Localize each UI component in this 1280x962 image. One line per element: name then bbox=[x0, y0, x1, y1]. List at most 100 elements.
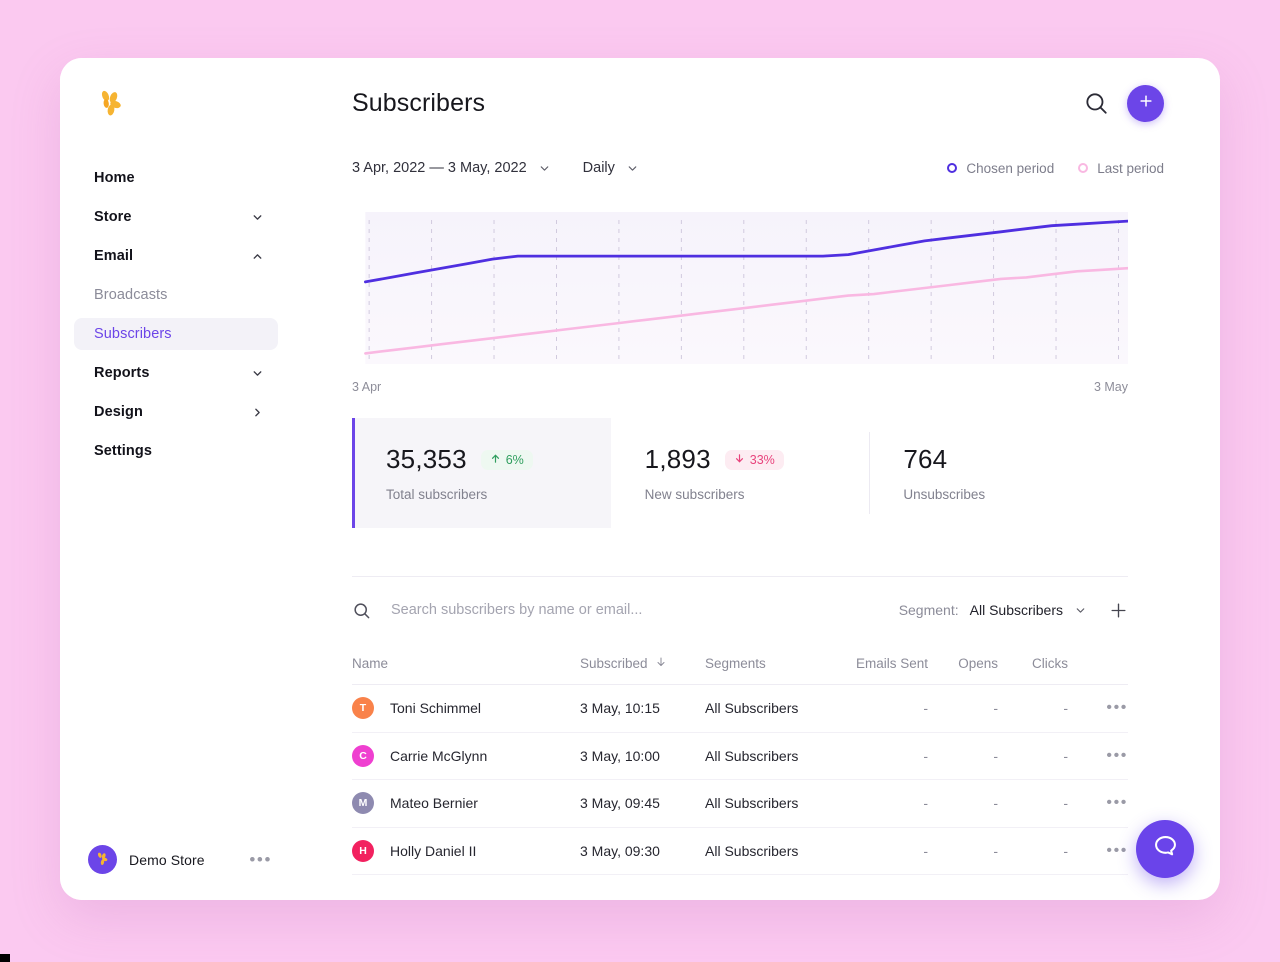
more-horizontal-icon[interactable]: ••• bbox=[1106, 794, 1128, 811]
column-header-name[interactable]: Name bbox=[352, 656, 580, 671]
avatar-initial: C bbox=[359, 749, 367, 762]
stat-value: 764 bbox=[903, 444, 948, 474]
top-bar: Subscribers bbox=[352, 58, 1220, 148]
store-switcher[interactable]: Demo Store ••• bbox=[60, 845, 292, 874]
column-header-clicks[interactable]: Clicks bbox=[998, 656, 1068, 671]
legend-item-last-period[interactable]: Last period bbox=[1078, 161, 1164, 176]
legend-label: Chosen period bbox=[966, 160, 1055, 176]
granularity-select[interactable]: Daily bbox=[583, 160, 639, 176]
chevron-down-icon bbox=[626, 162, 639, 175]
more-horizontal-icon[interactable]: ••• bbox=[1106, 747, 1128, 764]
avatar bbox=[88, 845, 117, 874]
sidebar-item-broadcasts[interactable]: Broadcasts bbox=[74, 279, 278, 311]
legend-item-chosen-period[interactable]: Chosen period bbox=[947, 161, 1054, 176]
stat-label: Total subscribers bbox=[386, 487, 488, 502]
more-horizontal-icon[interactable]: ••• bbox=[1106, 842, 1128, 859]
help-chat-button[interactable] bbox=[1136, 820, 1194, 878]
more-horizontal-icon[interactable]: ••• bbox=[1106, 699, 1128, 716]
chevron-down-icon bbox=[538, 162, 551, 175]
cell-name: M Mateo Bernier bbox=[352, 792, 580, 815]
segment-value-label: All Subscribers bbox=[969, 602, 1063, 618]
chart-filters: 3 Apr, 2022 — 3 May, 2022 Daily Chosen p… bbox=[352, 148, 1220, 188]
cell-opens: - bbox=[993, 842, 998, 859]
chat-bubble-icon bbox=[1152, 833, 1179, 865]
column-header-label: Emails Sent bbox=[855, 656, 928, 671]
chevron-down-icon bbox=[1074, 604, 1087, 617]
search-bar bbox=[352, 601, 899, 620]
segment-select[interactable]: Segment: All Subscribers bbox=[899, 602, 1087, 618]
search-input[interactable] bbox=[391, 602, 811, 618]
stat-cards: 35,353 6% Total subscribers 1,893 33% Ne… bbox=[352, 418, 1220, 528]
avatar: C bbox=[352, 744, 374, 767]
search-icon[interactable] bbox=[352, 601, 371, 620]
status-badge: 6% bbox=[480, 449, 533, 470]
granularity-label: Daily bbox=[582, 160, 615, 176]
column-header-label: Clicks bbox=[1032, 656, 1068, 671]
cell-actions: ••• bbox=[1068, 747, 1128, 765]
cell-emails-sent: - bbox=[923, 842, 928, 859]
sidebar-item-label: Broadcasts bbox=[94, 287, 168, 303]
add-segment-button[interactable] bbox=[1109, 601, 1128, 620]
sidebar-item-label: Email bbox=[94, 248, 134, 264]
cell-clicks: - bbox=[1063, 747, 1068, 764]
cell-segments: All Subscribers bbox=[705, 747, 799, 764]
cell-clicks: - bbox=[1063, 795, 1068, 812]
sidebar-item-label: Subscribers bbox=[94, 326, 172, 342]
column-header-label: Name bbox=[352, 656, 389, 671]
chart-legend: Chosen period Last period bbox=[947, 161, 1164, 176]
column-header-opens[interactable]: Opens bbox=[928, 656, 998, 671]
cell-actions: ••• bbox=[1068, 794, 1128, 812]
app-window: Home Store Email Broadcasts Subscribers … bbox=[60, 58, 1220, 900]
date-range-picker[interactable]: 3 Apr, 2022 — 3 May, 2022 bbox=[352, 160, 551, 176]
table-row[interactable]: H Holly Daniel II 3 May, 09:30 All Subsc… bbox=[352, 828, 1128, 875]
subscribers-chart[interactable]: 3 Apr 3 May bbox=[352, 206, 1220, 394]
cell-subscribed: 3 May, 09:45 bbox=[580, 795, 660, 812]
cell-segments: All Subscribers bbox=[705, 842, 799, 859]
cell-opens: - bbox=[993, 747, 998, 764]
column-header-subscribed[interactable]: Subscribed bbox=[580, 656, 705, 671]
subscribers-table: Name Subscribed Segments Emails Sent Ope… bbox=[352, 643, 1220, 875]
table-header-row: Name Subscribed Segments Emails Sent Ope… bbox=[352, 643, 1128, 685]
table-row[interactable]: C Carrie McGlynn 3 May, 10:00 All Subscr… bbox=[352, 733, 1128, 780]
table-row[interactable]: T Toni Schimmel 3 May, 10:15 All Subscri… bbox=[352, 685, 1128, 733]
sidebar-item-settings[interactable]: Settings bbox=[74, 435, 278, 467]
avatar-initial: T bbox=[359, 702, 367, 715]
cell-opens: - bbox=[993, 700, 998, 717]
stat-card-new-subscribers[interactable]: 1,893 33% New subscribers bbox=[611, 418, 870, 528]
main-content: Subscribers 3 Apr, 2022 — 3 May, 2022 Da… bbox=[292, 58, 1220, 900]
stat-top-row: 764 bbox=[903, 444, 1128, 475]
search-icon[interactable] bbox=[1083, 90, 1109, 116]
date-range-label: 3 Apr, 2022 — 3 May, 2022 bbox=[352, 160, 527, 176]
subscriber-name: Holly Daniel II bbox=[390, 842, 477, 859]
column-header-segments[interactable]: Segments bbox=[705, 656, 848, 671]
column-header-label: Opens bbox=[958, 656, 998, 671]
cell-actions: ••• bbox=[1068, 699, 1128, 717]
cell-name: H Holly Daniel II bbox=[352, 839, 580, 862]
table-row[interactable]: M Mateo Bernier 3 May, 09:45 All Subscri… bbox=[352, 780, 1128, 828]
cell-name: C Carrie McGlynn bbox=[352, 744, 580, 767]
avatar: M bbox=[352, 792, 374, 815]
more-horizontal-icon[interactable]: ••• bbox=[249, 851, 272, 868]
sidebar-item-subscribers[interactable]: Subscribers bbox=[74, 318, 278, 350]
legend-dot-icon bbox=[947, 163, 958, 173]
stat-card-unsubscribes[interactable]: 764 Unsubscribes bbox=[869, 418, 1128, 528]
add-subscriber-button[interactable] bbox=[1127, 84, 1164, 122]
chevron-up-icon bbox=[251, 250, 264, 263]
sidebar-item-label: Home bbox=[94, 170, 135, 186]
column-header-emails-sent[interactable]: Emails Sent bbox=[848, 656, 928, 671]
sidebar-item-design[interactable]: Design bbox=[74, 396, 278, 428]
sidebar-item-email[interactable]: Email bbox=[74, 240, 278, 272]
cell-subscribed: 3 May, 10:15 bbox=[580, 700, 660, 717]
sidebar-item-home[interactable]: Home bbox=[74, 162, 278, 194]
cell-name: T Toni Schimmel bbox=[352, 697, 580, 720]
subscriber-name: Mateo Bernier bbox=[390, 795, 478, 812]
chevron-right-icon bbox=[251, 406, 264, 419]
subscriber-name: Toni Schimmel bbox=[390, 700, 482, 717]
avatar-initial: H bbox=[359, 844, 367, 857]
cell-subscribed: 3 May, 10:00 bbox=[580, 747, 660, 764]
avatar: T bbox=[352, 697, 374, 720]
sidebar-item-store[interactable]: Store bbox=[74, 201, 278, 233]
stat-card-total-subscribers[interactable]: 35,353 6% Total subscribers bbox=[352, 418, 611, 528]
sidebar-item-reports[interactable]: Reports bbox=[74, 357, 278, 389]
butterfly-logo-icon[interactable] bbox=[94, 88, 128, 122]
